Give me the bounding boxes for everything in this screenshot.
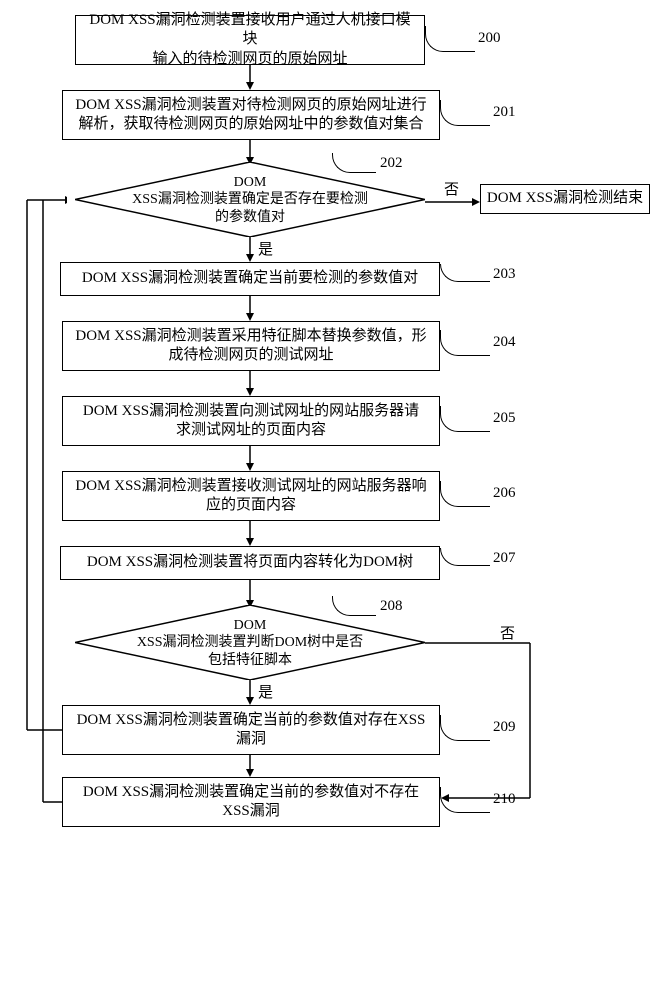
step-203-text: DOM XSS漏洞检测装置确定当前要检测的参数值对 xyxy=(82,269,418,289)
branch-208-yes: 是 xyxy=(258,681,273,702)
step-202: DOM XSS漏洞检测装置确定是否存在要检测 的参数值对 xyxy=(75,162,425,237)
step-208-text: DOM XSS漏洞检测装置判断DOM树中是否 包括特征脚本 xyxy=(93,616,408,669)
step-207: DOM XSS漏洞检测装置将页面内容转化为DOM树 xyxy=(60,546,440,580)
step-206-text: DOM XSS漏洞检测装置接收测试网址的网站服务器响 应的页面内容 xyxy=(75,477,426,516)
label-201: 201 xyxy=(493,104,516,121)
step-210-text: DOM XSS漏洞检测装置确定当前的参数值对不存在 XSS漏洞 xyxy=(83,783,419,822)
label-curve-200 xyxy=(425,26,475,52)
label-200: 200 xyxy=(478,30,501,47)
arrow-203-204 xyxy=(245,296,255,321)
arrow-209-210 xyxy=(245,755,255,777)
label-curve-210 xyxy=(440,787,490,813)
label-210: 210 xyxy=(493,791,516,808)
step-210: DOM XSS漏洞检测装置确定当前的参数值对不存在 XSS漏洞 xyxy=(62,777,440,827)
step-206: DOM XSS漏洞检测装置接收测试网址的网站服务器响 应的页面内容 xyxy=(62,471,440,521)
label-203: 203 xyxy=(493,266,516,283)
step-204: DOM XSS漏洞检测装置采用特征脚本替换参数值，形 成待检测网页的测试网址 xyxy=(62,321,440,371)
label-202: 202 xyxy=(380,155,403,172)
arrow-200-201 xyxy=(245,65,255,90)
label-curve-201 xyxy=(440,100,490,126)
step-209-text: DOM XSS漏洞检测装置确定当前的参数值对存在XSS 漏洞 xyxy=(77,711,426,750)
branch-202-yes: 是 xyxy=(258,238,273,259)
label-206: 206 xyxy=(493,485,516,502)
step-207-text: DOM XSS漏洞检测装置将页面内容转化为DOM树 xyxy=(87,553,413,573)
label-205: 205 xyxy=(493,410,516,427)
step-209: DOM XSS漏洞检测装置确定当前的参数值对存在XSS 漏洞 xyxy=(62,705,440,755)
arrow-206-207 xyxy=(245,521,255,546)
step-201-text: DOM XSS漏洞检测装置对待检测网页的原始网址进行 解析，获取待检测网页的原始… xyxy=(75,96,426,135)
step-203: DOM XSS漏洞检测装置确定当前要检测的参数值对 xyxy=(60,262,440,296)
label-208: 208 xyxy=(380,598,403,615)
arrow-208-210 xyxy=(425,638,540,803)
step-200: DOM XSS漏洞检测装置接收用户通过人机接口模块 输入的待检测网页的原始网址 xyxy=(75,15,425,65)
step-205-text: DOM XSS漏洞检测装置向测试网址的网站服务器请 求测试网址的页面内容 xyxy=(83,402,419,441)
arrow-205-206 xyxy=(245,446,255,471)
step-200-text: DOM XSS漏洞检测装置接收用户通过人机接口模块 输入的待检测网页的原始网址 xyxy=(86,11,414,70)
arrow-202-end xyxy=(425,197,480,207)
label-curve-207 xyxy=(440,548,490,566)
arrow-207-208 xyxy=(245,580,255,608)
step-204-text: DOM XSS漏洞检测装置采用特征脚本替换参数值，形 成待检测网页的测试网址 xyxy=(75,327,426,366)
branch-202-no: 否 xyxy=(444,178,459,199)
arrow-204-205 xyxy=(245,371,255,396)
step-208: DOM XSS漏洞检测装置判断DOM树中是否 包括特征脚本 xyxy=(75,605,425,680)
step-end-text: DOM XSS漏洞检测结束 xyxy=(487,189,643,209)
step-201: DOM XSS漏洞检测装置对待检测网页的原始网址进行 解析，获取待检测网页的原始… xyxy=(62,90,440,140)
label-207: 207 xyxy=(493,550,516,567)
step-202-text: DOM XSS漏洞检测装置确定是否存在要检测 的参数值对 xyxy=(93,173,408,226)
arrow-210-loop xyxy=(38,195,68,807)
step-end: DOM XSS漏洞检测结束 xyxy=(480,184,650,214)
label-curve-203 xyxy=(440,264,490,282)
label-204: 204 xyxy=(493,334,516,351)
label-curve-204 xyxy=(440,330,490,356)
label-curve-205 xyxy=(440,406,490,432)
arrow-208-209 xyxy=(245,680,255,705)
arrow-202-203 xyxy=(245,237,255,262)
step-205: DOM XSS漏洞检测装置向测试网址的网站服务器请 求测试网址的页面内容 xyxy=(62,396,440,446)
label-curve-206 xyxy=(440,481,490,507)
